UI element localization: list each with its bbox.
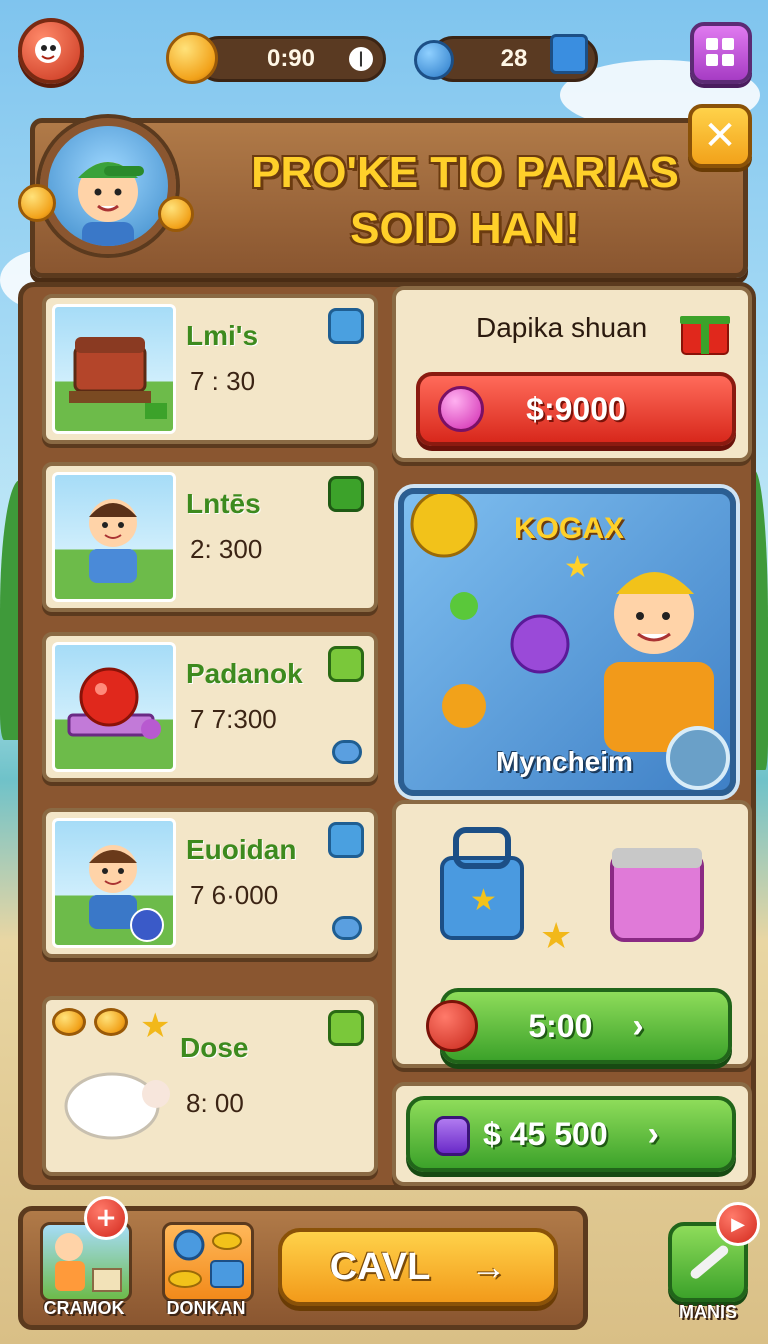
offer-price: $:9000 bbox=[526, 390, 626, 427]
gem-count: 28 bbox=[500, 45, 528, 72]
coin-icon bbox=[52, 1008, 86, 1036]
shop-item-card[interactable]: ★ Dose 8: 00 bbox=[42, 996, 378, 1176]
bundle-price: $ 45 500 bbox=[483, 1115, 608, 1152]
red-orb-icon bbox=[426, 1000, 478, 1052]
banner-title: PRO'KE TIO PARIAS SOID HAN! bbox=[205, 145, 725, 257]
chest-price: 5:00 bbox=[528, 1007, 593, 1044]
item-value: 7 7:300 bbox=[190, 704, 277, 734]
item-thumbnail bbox=[52, 818, 176, 948]
shop-item-card[interactable]: Lntēs 2: 300 bbox=[42, 462, 378, 612]
red-bomb-icon bbox=[67, 667, 161, 739]
offer-buy-button[interactable]: $:9000 bbox=[416, 372, 736, 446]
treasure-chest-icon bbox=[69, 337, 167, 419]
chests-illustration: ★ ★ bbox=[440, 827, 704, 957]
timer-icon: | bbox=[349, 47, 373, 71]
gift-icon bbox=[680, 316, 730, 355]
item-value: 2: 300 bbox=[190, 534, 263, 564]
nav-cramok-label: CRAMOK bbox=[43, 1298, 125, 1318]
arrow-right-icon: → bbox=[470, 1246, 507, 1287]
bundle-panel: $ 45 500 › bbox=[392, 1082, 752, 1186]
timer-display: 0:90 | bbox=[196, 36, 386, 82]
shop-item-card[interactable]: Padanok 7 7:300 bbox=[42, 632, 378, 782]
shop-item-card[interactable]: Euoidan 7 6·000 bbox=[42, 808, 378, 958]
bundle-buy-button[interactable]: $ 45 500 › bbox=[406, 1096, 736, 1172]
chest-buy-button[interactable]: 5:00 › bbox=[426, 988, 732, 1064]
menu-grid-button[interactable] bbox=[690, 22, 752, 84]
boy-avatar-icon bbox=[78, 162, 144, 246]
item-thumbnail bbox=[52, 472, 176, 602]
star-icon: ★ bbox=[140, 1006, 171, 1046]
featured-caption: Myncheim bbox=[496, 746, 633, 777]
gem-icon bbox=[414, 40, 454, 80]
cash-bundle-icon bbox=[328, 646, 364, 682]
star-icon: ★ bbox=[564, 550, 591, 585]
shop-item-card[interactable]: Lmi's 7 : 30 bbox=[42, 294, 378, 444]
item-value: 7 6·000 bbox=[190, 880, 279, 910]
offer-label: Dapika shuan bbox=[476, 312, 648, 343]
profile-button[interactable] bbox=[18, 18, 84, 84]
chevron-right-icon: › bbox=[647, 1114, 659, 1153]
sheep-icon bbox=[64, 1072, 170, 1140]
banner-title-line2: SOID HAN! bbox=[350, 204, 580, 253]
item-name: Padanok bbox=[186, 658, 303, 689]
top-bar: 0:90 | 28 bbox=[0, 0, 768, 100]
manis-label: MANIS bbox=[679, 1302, 737, 1322]
coin-icon bbox=[94, 1008, 128, 1036]
cash-bundle-icon bbox=[328, 1010, 364, 1046]
girl-character-icon bbox=[89, 499, 137, 583]
player-avatar[interactable] bbox=[40, 118, 176, 254]
svg-text:★: ★ bbox=[540, 916, 572, 957]
chest-panel: ★ ★ 5:00 › bbox=[392, 800, 752, 1068]
boy-character-icon bbox=[89, 845, 164, 942]
lock-icon bbox=[328, 308, 364, 344]
banner-title-line1: PRO'KE TIO PARIAS bbox=[251, 148, 679, 197]
item-name: Lntēs bbox=[186, 488, 261, 519]
item-thumbnail bbox=[52, 642, 176, 772]
item-value: 8: 00 bbox=[186, 1088, 244, 1118]
offer-panel: Dapika shuan $:9000 bbox=[392, 286, 752, 462]
featured-panel[interactable]: KOGAX ★ Myncheim bbox=[398, 488, 736, 796]
coins-and-chest-icon bbox=[168, 1229, 244, 1288]
close-icon: ✕ bbox=[703, 113, 737, 159]
shopping-bag-icon bbox=[328, 476, 364, 512]
svg-text:★: ★ bbox=[470, 883, 497, 918]
main-action-button[interactable]: CAVL → bbox=[278, 1228, 558, 1306]
orb-icon bbox=[438, 386, 484, 432]
item-value: 7 : 30 bbox=[190, 366, 256, 396]
token-icon bbox=[332, 916, 362, 940]
token-icon bbox=[332, 740, 362, 764]
item-name: Euoidan bbox=[186, 834, 297, 865]
gift-crate-icon bbox=[550, 34, 588, 74]
main-action-label: CAVL bbox=[329, 1245, 431, 1288]
mascot-icon bbox=[35, 37, 61, 63]
purple-gem-icon bbox=[434, 1116, 470, 1156]
chevron-right-icon: › bbox=[632, 1006, 644, 1045]
item-thumbnail bbox=[52, 304, 176, 434]
nav-donkan[interactable] bbox=[162, 1222, 254, 1302]
cube-icon bbox=[328, 822, 364, 858]
item-name: Lmi's bbox=[186, 320, 259, 351]
add-badge-icon[interactable]: + bbox=[84, 1196, 128, 1240]
horse-badge-icon bbox=[666, 726, 730, 790]
timer-value: 0:90 bbox=[266, 45, 316, 72]
coin-icon bbox=[18, 184, 56, 222]
coin-icon bbox=[158, 196, 194, 232]
item-name: Dose bbox=[180, 1032, 249, 1063]
sun-coin-icon bbox=[166, 32, 218, 84]
grid-icon bbox=[706, 38, 734, 66]
nav-donkan-label: DONKAN bbox=[166, 1298, 246, 1318]
play-badge-icon[interactable]: ▶ bbox=[716, 1202, 760, 1246]
close-button[interactable]: ✕ bbox=[688, 104, 752, 168]
